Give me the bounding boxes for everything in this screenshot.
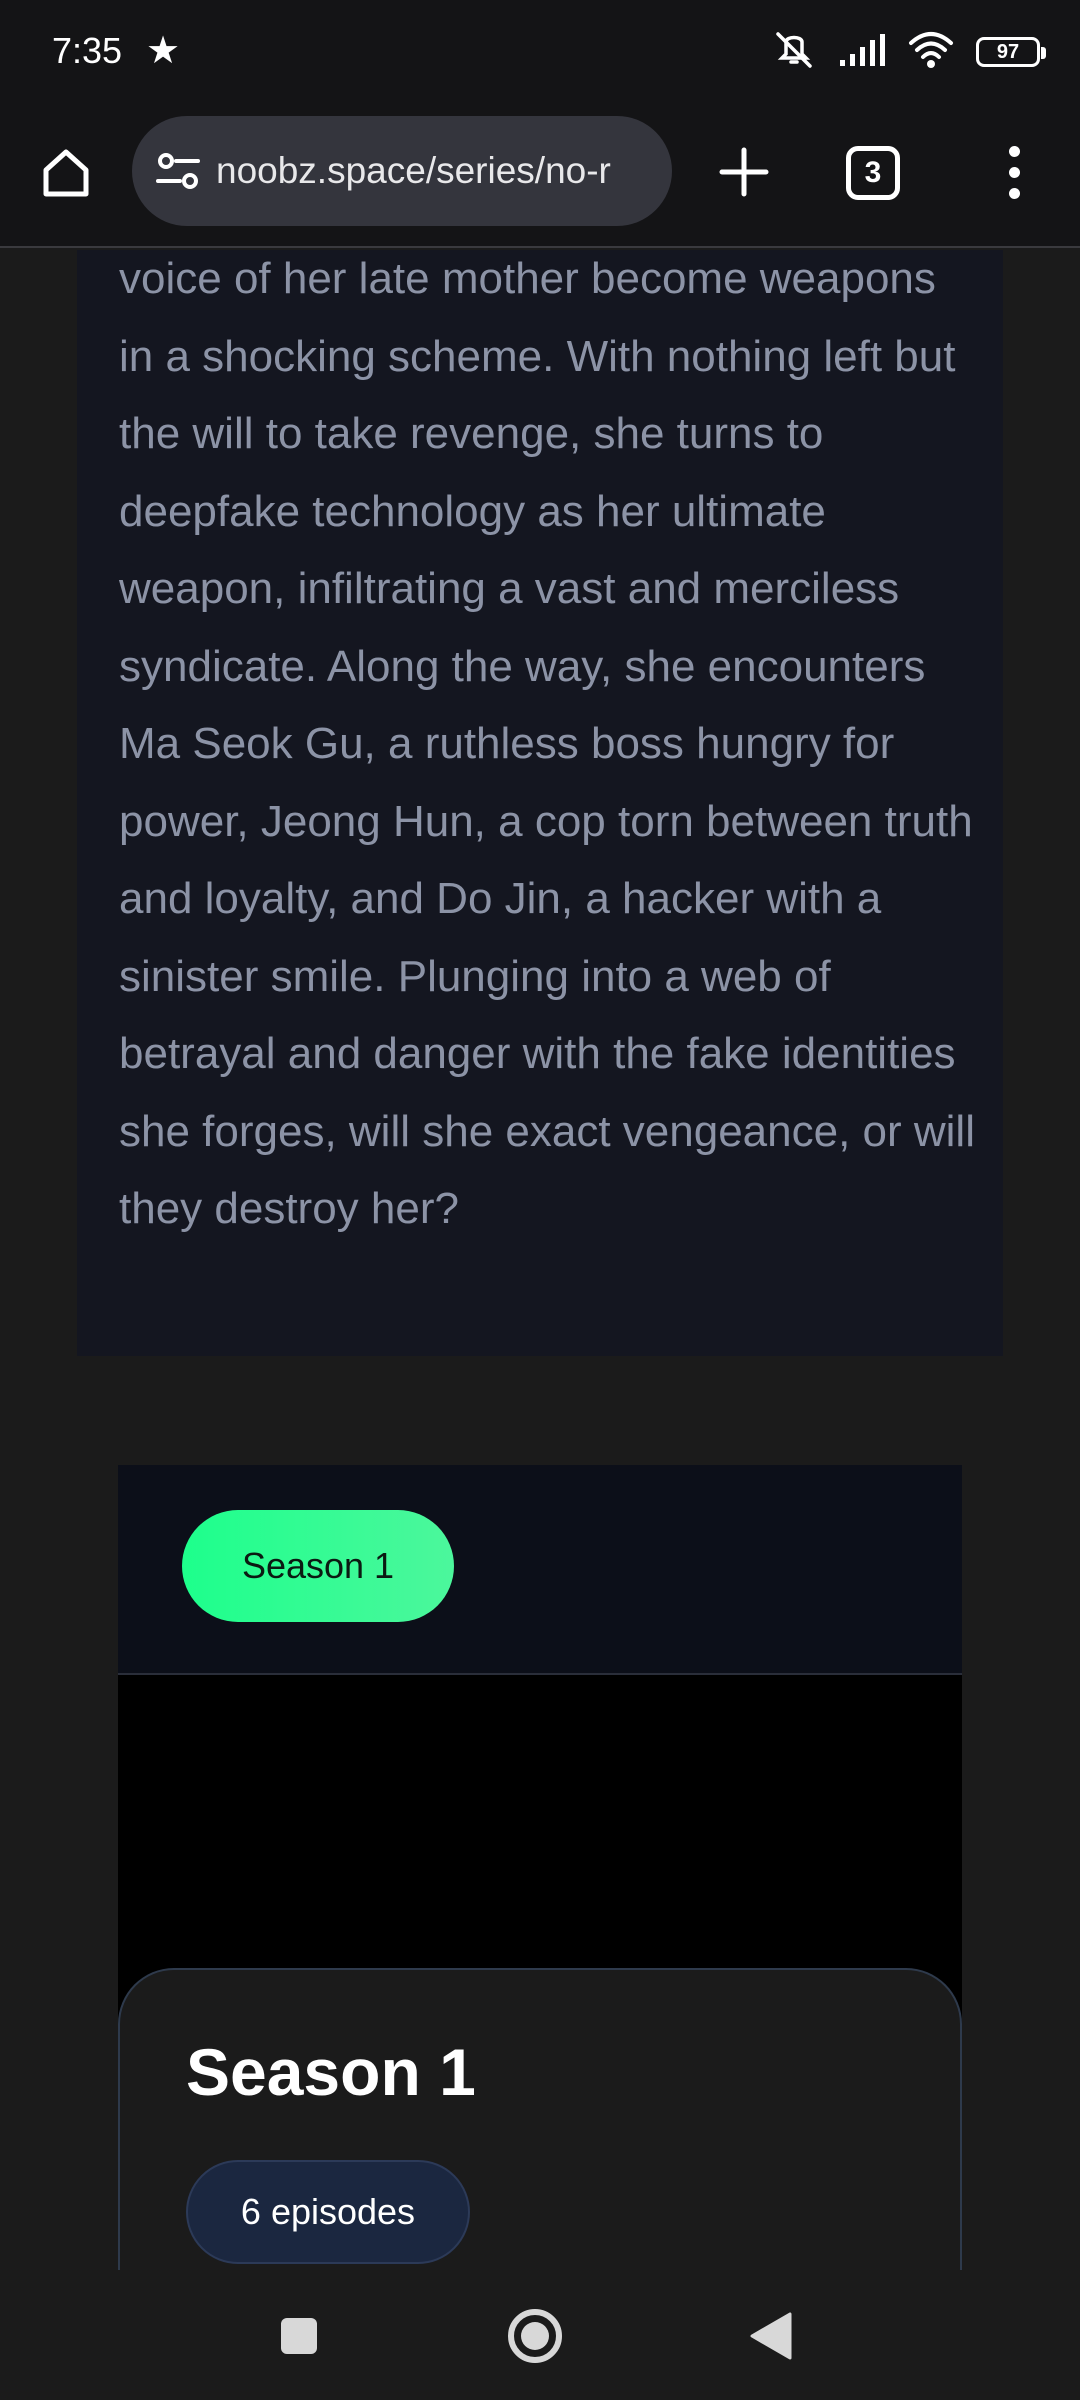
more-menu-icon[interactable] xyxy=(990,136,1038,208)
browser-toolbar: noobz.space/series/no-r 3 xyxy=(0,108,1080,248)
url-bar[interactable]: noobz.space/series/no-r xyxy=(132,116,672,226)
home-icon[interactable] xyxy=(30,136,102,208)
wifi-icon xyxy=(908,31,954,74)
signal-icon xyxy=(838,32,886,73)
season-title: Season 1 xyxy=(186,2035,476,2109)
recents-square-icon[interactable] xyxy=(259,2296,339,2376)
url-text[interactable]: noobz.space/series/no-r xyxy=(216,150,611,192)
status-time: 7:35 xyxy=(52,30,123,71)
battery-icon: 97 xyxy=(976,37,1046,67)
vibrate-off-icon xyxy=(772,28,816,77)
back-triangle-icon[interactable] xyxy=(731,2296,811,2376)
synopsis-text: voice of her late mother become weapons … xyxy=(119,254,975,1233)
tab-switcher-icon[interactable]: 3 xyxy=(846,146,900,200)
page-content: voice of her late mother become weapons … xyxy=(0,250,1080,2270)
season-card: Season 1 6 episodes xyxy=(118,1968,962,2270)
star-icon: ★ xyxy=(146,30,181,72)
status-bar: 7:35 ★ 97 xyxy=(0,0,1080,108)
system-nav-bar xyxy=(0,2270,1080,2400)
tab-count: 3 xyxy=(864,156,882,189)
site-settings-icon[interactable] xyxy=(154,147,202,195)
new-tab-plus-icon[interactable] xyxy=(708,136,780,208)
synopsis-card: voice of her late mother become weapons … xyxy=(77,250,1003,1356)
battery-level: 97 xyxy=(996,40,1020,63)
home-circle-icon[interactable] xyxy=(495,2296,575,2376)
episode-count-badge: 6 episodes xyxy=(186,2160,470,2264)
status-icons: 97 xyxy=(772,28,1046,77)
season-selector: Season 1 xyxy=(118,1465,962,1675)
season-1-button[interactable]: Season 1 xyxy=(182,1510,454,1622)
